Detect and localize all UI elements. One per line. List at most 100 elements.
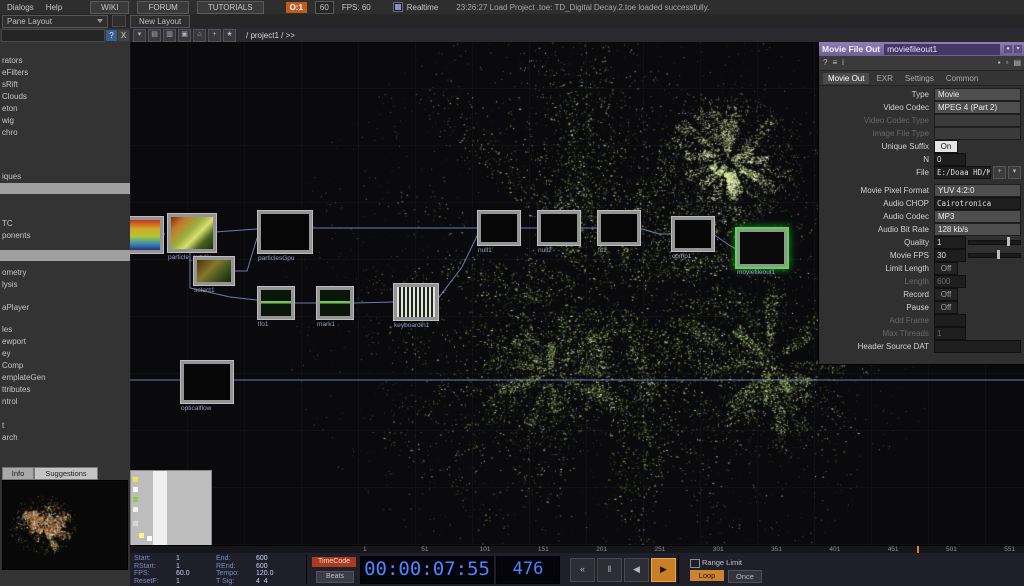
tab-suggestions[interactable]: Suggestions <box>34 467 98 480</box>
jump-start-button[interactable]: « <box>570 558 595 582</box>
param-menu-movie-pixel-format[interactable]: YUV 4:2:0 <box>934 184 1021 197</box>
bookmark-menu-icon[interactable]: ★ <box>223 28 236 42</box>
param-field-quality[interactable]: 1 <box>934 236 966 249</box>
palette-item[interactable]: ponents <box>0 230 131 241</box>
node-keyboardin1[interactable]: keyboardin1 <box>393 283 439 329</box>
pin-icon[interactable]: ● <box>1004 45 1012 53</box>
file-menu-icon[interactable]: ▾ <box>1008 166 1021 179</box>
node-particle_subdiv[interactable]: particle_subdiv <box>167 213 217 261</box>
pane-layout-select[interactable]: Pane Layout <box>2 14 108 28</box>
palette-item[interactable]: arch <box>0 432 131 443</box>
help-icon[interactable]: ? <box>823 57 827 69</box>
palette-item[interactable]: eton <box>0 103 131 114</box>
pause-button[interactable]: ‖ <box>597 558 622 582</box>
close-pane-button[interactable]: X <box>118 30 129 41</box>
split-horizontal-icon[interactable]: ▤ <box>148 28 161 42</box>
file-browse-icon[interactable]: + <box>993 166 1006 179</box>
palette-filter-field[interactable] <box>1 29 105 42</box>
param-field-n[interactable]: 0 <box>934 153 966 166</box>
timeline-field-value[interactable]: 60.0 <box>176 570 190 577</box>
palette-item[interactable]: iques <box>0 171 131 182</box>
palette-item[interactable]: wig <box>0 115 131 126</box>
menu-help[interactable]: Help <box>44 3 64 12</box>
palette-item[interactable]: sRift <box>0 79 131 90</box>
palette-item[interactable]: ttributes <box>0 384 131 395</box>
node-null1[interactable]: null1 <box>477 210 521 254</box>
frame-counter[interactable]: 476 <box>496 556 560 584</box>
realtime-checkbox[interactable] <box>392 2 403 12</box>
wiki-button[interactable]: WIKI <box>90 0 130 14</box>
performance-monitor-badge[interactable]: O:1 <box>285 1 307 13</box>
param-field-audio-chop[interactable]: Cairotronica <box>934 197 1021 210</box>
network-path[interactable]: / project1 / >> <box>246 31 295 40</box>
node-select1[interactable]: select1 <box>193 256 235 294</box>
param-tab-settings[interactable]: Settings <box>900 73 939 84</box>
timeline-field-value[interactable]: 600 <box>256 555 268 562</box>
param-toggle-limit-length[interactable]: Off <box>934 262 958 275</box>
timeline-field-value[interactable]: 1 <box>176 555 180 562</box>
palette-item[interactable]: eFilters <box>0 67 131 78</box>
node-fit1[interactable]: fit1 <box>597 210 641 254</box>
maximize-pane-icon[interactable]: ▣ <box>178 28 191 42</box>
palette-item[interactable]: chro <box>0 127 131 138</box>
timeline-field-value[interactable]: 1 <box>176 578 180 585</box>
node-opticalflow[interactable]: opticalflow <box>180 360 234 412</box>
param-field-movie-fps[interactable]: 30 <box>934 249 966 262</box>
node-mark1[interactable]: mark1 <box>316 286 354 328</box>
loop-button[interactable]: Loop <box>690 570 724 581</box>
palette-item[interactable]: Comp <box>0 360 131 371</box>
slider-handle[interactable] <box>1007 237 1011 246</box>
param-toggle-unique-suffix[interactable]: On <box>934 140 958 153</box>
param-tab-exr[interactable]: EXR <box>871 73 897 84</box>
docked-viewer-panel[interactable] <box>130 470 212 545</box>
forum-button[interactable]: FORUM <box>137 0 189 14</box>
pencil-icon[interactable]: ▪ <box>998 57 1001 69</box>
timeline-field-value[interactable]: 1 <box>176 563 180 570</box>
palette-item[interactable] <box>0 183 131 194</box>
node-moviefileout1[interactable]: moviefileout1 <box>736 228 788 276</box>
palette-item[interactable]: aPlayer <box>0 302 131 313</box>
palette-item[interactable]: Clouds <box>0 91 131 102</box>
once-button[interactable]: Once <box>728 570 762 583</box>
palette-item[interactable]: rators <box>0 55 131 66</box>
param-slider-quality[interactable] <box>968 237 1021 246</box>
param-toggle-pause[interactable]: Off <box>934 301 958 314</box>
timeline-field-value[interactable]: 4 4 <box>256 578 268 585</box>
param-field-file[interactable]: E:/Doaa HD/My Projects/C <box>934 166 991 179</box>
palette-item[interactable]: les <box>0 324 131 335</box>
palette-item[interactable]: emplateGen <box>0 372 131 383</box>
beats-mode-button[interactable]: Beats <box>316 571 354 583</box>
play-forward-button[interactable]: ▶ <box>651 558 676 582</box>
bookmark-add-icon[interactable]: + <box>208 28 221 42</box>
timecode-mode-button[interactable]: TimeCode <box>312 557 356 567</box>
param-menu-audio-codec[interactable]: MP3 <box>934 210 1021 223</box>
split-vertical-icon[interactable]: ▥ <box>163 28 176 42</box>
param-menu-audio-bit-rate[interactable]: 128 kb/s <box>934 223 1021 236</box>
param-toggle-record[interactable]: Off <box>934 288 958 301</box>
palette-item[interactable]: lysis <box>0 279 131 290</box>
node-null2[interactable]: null2 <box>537 210 581 254</box>
node-particlesGpu[interactable]: particlesGpu <box>257 210 313 262</box>
home-icon[interactable]: ⌂ <box>193 28 206 42</box>
language-icon[interactable]: ▤ <box>1013 57 1021 69</box>
menu-dialogs[interactable]: Dialogs <box>5 3 36 12</box>
info-icon[interactable]: i <box>842 57 844 69</box>
palette-item[interactable]: ometry <box>0 267 131 278</box>
new-layout-button[interactable]: New Layout <box>130 14 191 28</box>
palette-item[interactable]: ey <box>0 348 131 359</box>
palette-item[interactable]: TC <box>0 218 131 229</box>
palette-item[interactable] <box>0 250 131 261</box>
play-reverse-button[interactable]: ◀ <box>624 558 649 582</box>
palette-item[interactable]: ntrol <box>0 396 131 407</box>
param-field-header-source-dat[interactable] <box>934 340 1021 353</box>
pane-type-menu-icon[interactable]: ▾ <box>133 28 146 42</box>
expression-icon[interactable]: ≡ <box>832 57 837 69</box>
panel-menu-icon[interactable]: ▾ <box>1014 45 1022 53</box>
tutorials-button[interactable]: TUTORIALS <box>196 0 264 14</box>
param-slider-movie-fps[interactable] <box>968 250 1021 259</box>
param-menu-video-codec[interactable]: MPEG 4 (Part 2) <box>934 101 1021 114</box>
palette-item[interactable]: ewport <box>0 336 131 347</box>
layout-slot-button[interactable] <box>112 15 126 27</box>
comment-icon[interactable]: ▫ <box>1006 57 1009 69</box>
param-menu-type[interactable]: Movie <box>934 88 1021 101</box>
